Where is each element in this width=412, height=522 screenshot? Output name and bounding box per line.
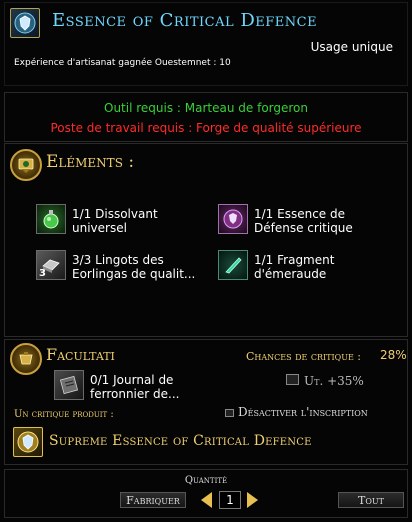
optional-ingredient-slot[interactable]	[54, 370, 84, 400]
crafting-xp-text: Expérience d'artisanat gagnée Ouestemnet…	[14, 58, 231, 68]
ingredient-3-line1: 3/3 Lingots des	[72, 253, 164, 267]
ingredient-slot-2[interactable]	[218, 204, 248, 234]
use-optional-label: Ut. +35%	[304, 374, 364, 388]
recipe-result-icon-box[interactable]	[10, 8, 40, 38]
ingredient-1-label: 1/1 Dissolvant universel	[72, 207, 158, 235]
ingredient-3-line2: Eorlingas de qualit...	[72, 267, 196, 281]
elements-heading: Eléments :	[46, 152, 135, 172]
emerald-shard-icon	[225, 257, 242, 274]
make-button[interactable]: Fabriquer	[120, 492, 186, 508]
ingredient-4-line2: d'émeraude	[254, 267, 327, 281]
optional-medal-icon	[10, 343, 42, 375]
optional-ingredient-line1: 0/1 Journal de	[90, 373, 174, 387]
ingredient-2-line1: 1/1 Essence de	[254, 207, 345, 221]
ingredient-4-line1: 1/1 Fragment	[254, 253, 335, 267]
disable-inscription-label: Désactiver l'inscription	[238, 405, 368, 419]
optional-ingredient-label: 0/1 Journal de ferronnier de...	[90, 373, 179, 401]
essence-shield-icon	[14, 12, 36, 34]
journal-icon	[59, 375, 79, 395]
make-all-button[interactable]: Tout	[338, 492, 404, 508]
optional-ingredient-line2: ferronnier de...	[90, 387, 180, 401]
ingredient-slot-1[interactable]	[36, 204, 66, 234]
critical-product-icon-box[interactable]	[13, 427, 43, 457]
critical-product-label: Un critique produit :	[14, 409, 114, 420]
quantity-label: Quantité	[184, 475, 228, 486]
ingredient-2-line2: Défense critique	[254, 221, 353, 235]
elements-medal-icon	[10, 149, 42, 181]
quantity-increase-arrow[interactable]	[247, 492, 258, 508]
usage-label: Usage unique	[310, 40, 393, 54]
ingredient-3-label: 3/3 Lingots des Eorlingas de qualit...	[72, 253, 195, 281]
ingredient-2-label: 1/1 Essence de Défense critique	[254, 207, 353, 235]
supreme-essence-icon	[17, 431, 39, 453]
ingredient-slot-3[interactable]: 3	[36, 250, 66, 280]
required-station-text: Poste de travail requis : Forge de quali…	[50, 121, 362, 135]
use-optional-checkbox[interactable]	[286, 374, 299, 385]
optional-heading: Facultati	[46, 345, 115, 364]
elements-panel	[4, 143, 408, 337]
recipe-title: Essence of Critical Defence	[52, 10, 318, 31]
shield-essence-icon	[223, 209, 243, 229]
ingredient-1-line2: universel	[72, 221, 127, 235]
quantity-input[interactable]: 1	[219, 491, 241, 509]
ingredient-slot-4[interactable]	[218, 250, 248, 280]
required-tool-text: Outil requis : Marteau de forgeron	[104, 101, 308, 115]
critical-product-name: Supreme Essence of Critical Defence	[49, 433, 312, 449]
quantity-decrease-arrow[interactable]	[201, 492, 212, 508]
ingredient-3-count: 3	[39, 268, 46, 279]
disable-inscription-checkbox[interactable]	[225, 409, 234, 417]
crit-chance-value: 28%	[380, 348, 407, 362]
flask-icon	[43, 210, 59, 229]
ingredient-1-line1: 1/1 Dissolvant	[72, 207, 158, 221]
crit-chance-label: Chances de critique :	[246, 350, 362, 363]
ingredient-4-label: 1/1 Fragment d'émeraude	[254, 253, 334, 281]
crafting-recipe-panel: Essence of Critical Defence Usage unique…	[0, 0, 412, 522]
